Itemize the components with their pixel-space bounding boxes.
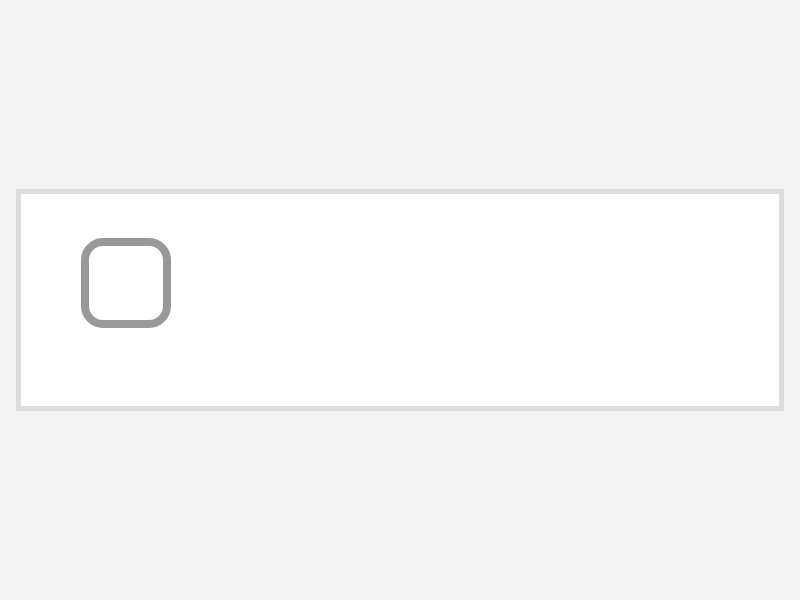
content-panel <box>16 189 784 411</box>
rounded-square-icon <box>81 238 171 328</box>
